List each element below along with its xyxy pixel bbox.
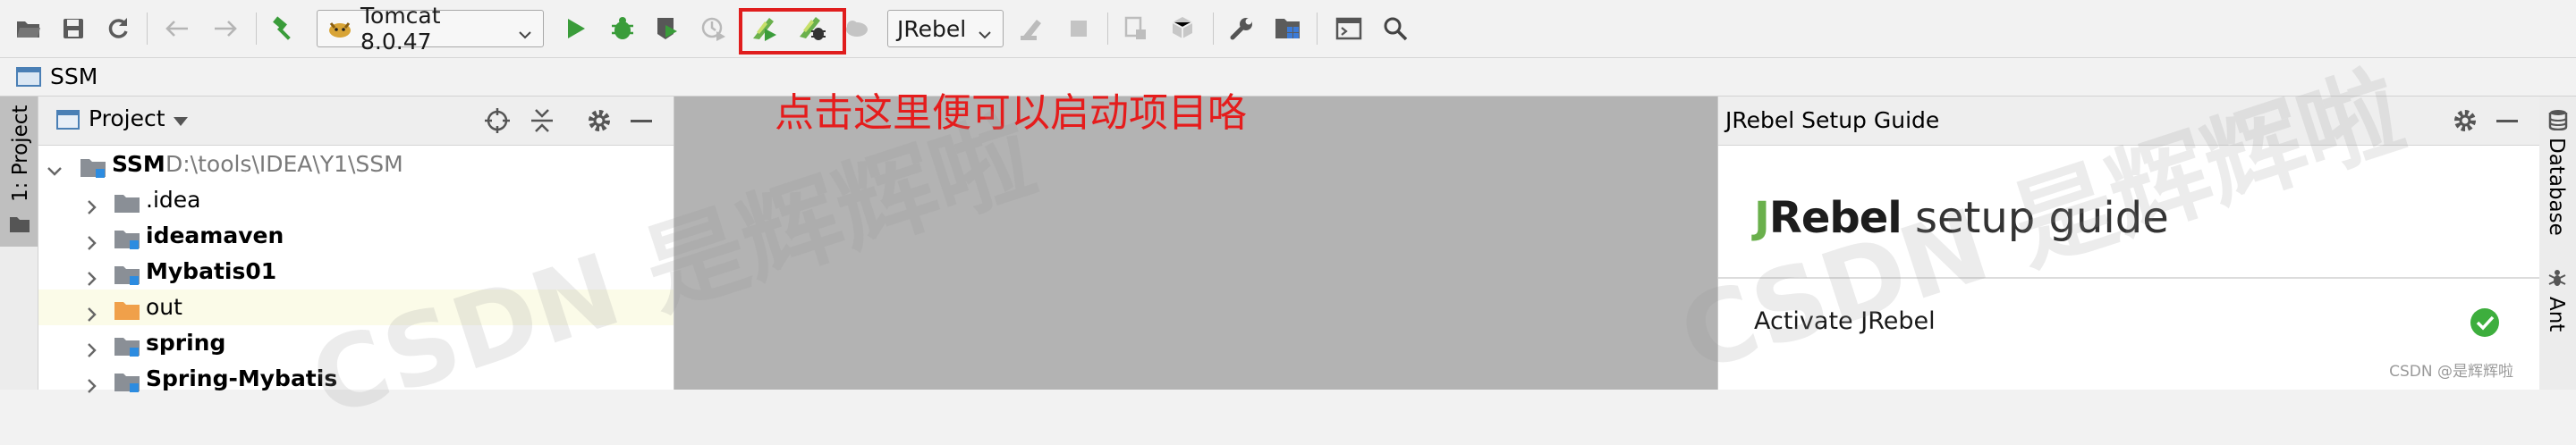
deploy-packages-icon[interactable]: [1165, 11, 1200, 46]
tree-item-row[interactable]: .idea: [38, 182, 674, 218]
jrebel-cloud-icon[interactable]: [839, 11, 875, 46]
build-hammer-icon[interactable]: [267, 11, 302, 46]
locate-crosshair-icon[interactable]: [484, 107, 511, 138]
tree-root-name: SSM: [112, 151, 165, 177]
gear-icon[interactable]: [2452, 107, 2479, 138]
save-all-icon[interactable]: [55, 11, 91, 46]
stop-icon[interactable]: [1061, 11, 1097, 46]
left-tool-stripe: 1: Project: [0, 97, 38, 390]
collapse-all-icon[interactable]: [529, 107, 555, 138]
tree-item-label: spring: [146, 330, 226, 356]
breadcrumb-project[interactable]: SSM: [50, 62, 97, 92]
sync-icon[interactable]: [100, 11, 136, 46]
chevron-right-icon[interactable]: [83, 334, 101, 357]
settings-wrench-icon[interactable]: [1224, 11, 1259, 46]
tree-item-label: out: [146, 294, 182, 320]
database-tool-tab[interactable]: Database: [2545, 138, 2568, 236]
right-tool-stripe: Database Ant: [2539, 97, 2576, 390]
jrebel-setup-panel: JRebel Setup Guide JRebel setup guide Ac…: [1717, 97, 2539, 390]
terminal-icon[interactable]: [1331, 11, 1367, 46]
jrebel-update-icon[interactable]: [1014, 11, 1050, 46]
folder-icon: [114, 297, 140, 320]
jrebel-config-select[interactable]: JRebel: [887, 10, 1004, 47]
jrebel-panel-title: JRebel Setup Guide: [1725, 107, 1940, 133]
activate-jrebel-item[interactable]: Activate JRebel: [1754, 307, 1936, 335]
project-panel-title[interactable]: Project: [89, 105, 165, 131]
project-panel-header: Project: [38, 97, 674, 146]
project-tool-tab-label: 1: Project: [9, 105, 32, 202]
hide-panel-icon[interactable]: [2496, 120, 2518, 122]
tree-item-label: ideamaven: [146, 222, 284, 248]
module-folder-icon: [80, 154, 106, 178]
chevron-down-icon: [518, 21, 532, 39]
run-config-label: Tomcat 8.0.47: [360, 3, 441, 55]
search-icon[interactable]: [1377, 11, 1413, 46]
navigation-bar: SSM: [0, 58, 2576, 97]
project-view-icon: [56, 109, 80, 134]
jrebel-logo: JRebel setup guide: [1754, 193, 2169, 243]
tree-item-row[interactable]: spring: [38, 325, 674, 361]
jrebel-logo-j: J: [1754, 193, 1770, 243]
tree-item-row[interactable]: ideamaven: [38, 218, 674, 254]
chevron-down-icon: [978, 21, 992, 39]
gear-icon[interactable]: [586, 107, 613, 138]
tree-item-row[interactable]: Mybatis01: [38, 254, 674, 290]
jrebel-logo-subtitle: setup guide: [1915, 193, 2169, 243]
run-with-coverage-icon[interactable]: [649, 11, 685, 46]
main-toolbar: Tomcat 8.0.47 JRebel: [0, 0, 2576, 58]
project-panel: Project SSM D:\tools\IDEA\Y1\SSM .idea id…: [38, 97, 674, 393]
check-circle-icon: [2470, 307, 2500, 341]
chevron-right-icon[interactable]: [83, 191, 101, 214]
tree-root-row[interactable]: SSM D:\tools\IDEA\Y1\SSM: [38, 147, 674, 182]
tree-item-label: Spring-Mybatis: [146, 365, 338, 391]
tree-root-path: D:\tools\IDEA\Y1\SSM: [165, 151, 403, 177]
project-structure-icon[interactable]: [1270, 11, 1306, 46]
divider: [1718, 277, 2539, 279]
tree-item-row[interactable]: out: [38, 290, 674, 325]
chevron-right-icon[interactable]: [83, 263, 101, 286]
attach-debugger-icon[interactable]: [1118, 11, 1154, 46]
module-folder-icon: [114, 225, 140, 249]
run-config-select[interactable]: Tomcat 8.0.47: [317, 3, 544, 55]
chevron-down-icon[interactable]: [46, 155, 64, 176]
module-folder-icon: [114, 332, 140, 357]
profile-icon[interactable]: [696, 11, 732, 46]
editor-area: [674, 97, 1717, 390]
tomcat-icon: [326, 18, 353, 39]
run-icon[interactable]: [558, 11, 594, 46]
tree-item-row[interactable]: Spring-Mybatis: [38, 361, 674, 397]
view-mode-dropdown-icon[interactable]: [173, 114, 189, 131]
forward-icon[interactable]: [208, 11, 243, 46]
module-folder-icon: [114, 261, 140, 285]
chevron-right-icon[interactable]: [83, 298, 101, 322]
chevron-right-icon[interactable]: [83, 370, 101, 393]
open-folder-icon[interactable]: [11, 11, 47, 46]
jrebel-config-label: JRebel: [897, 15, 967, 42]
module-folder-icon: [114, 368, 140, 392]
ant-icon: [2546, 266, 2568, 291]
hide-panel-icon[interactable]: [631, 120, 652, 122]
jrebel-logo-brand: Rebel: [1768, 193, 1902, 243]
folder-icon: [9, 214, 30, 238]
tree-item-label: Mybatis01: [146, 258, 277, 284]
project-tool-tab[interactable]: 1: Project: [0, 97, 38, 247]
database-icon: [2548, 109, 2568, 134]
jrebel-panel-header: JRebel Setup Guide: [1718, 97, 2539, 146]
folder-icon: [114, 189, 140, 213]
jrebel-run-icon[interactable]: [746, 11, 782, 46]
annotation-text: 点击这里便可以启动项目咯: [775, 90, 1247, 136]
debug-bug-icon[interactable]: [605, 11, 640, 46]
tree-item-label: .idea: [146, 187, 201, 213]
project-folder-icon: [16, 66, 41, 91]
back-icon[interactable]: [159, 11, 195, 46]
watermark-credit: CSDN @是辉辉啦: [2389, 363, 2513, 381]
ant-tool-tab[interactable]: Ant: [2545, 297, 2568, 332]
jrebel-debug-icon[interactable]: [794, 11, 830, 46]
chevron-right-icon[interactable]: [83, 227, 101, 250]
